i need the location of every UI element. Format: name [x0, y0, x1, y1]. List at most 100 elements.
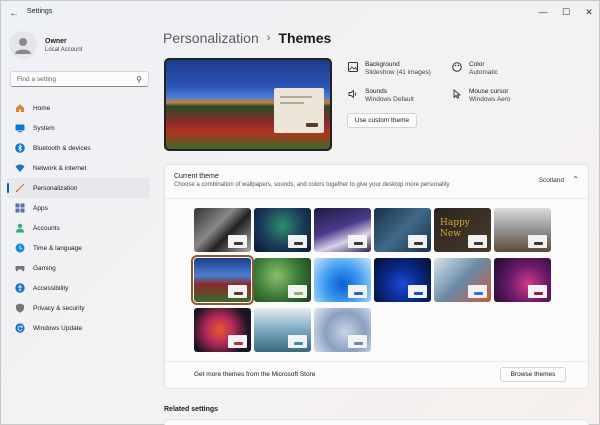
sidebar-item-gaming[interactable]: Gaming: [7, 258, 150, 278]
theme-tile[interactable]: Happy New: [434, 208, 491, 252]
profile-account-type: Local Account: [45, 46, 83, 53]
related-settings-heading: Related settings: [164, 406, 219, 413]
theme-tile[interactable]: [374, 258, 431, 302]
color-title: Color: [469, 61, 485, 68]
palette-icon: [451, 61, 463, 73]
theme-preview-window: [288, 335, 307, 348]
profile[interactable]: Owner Local Account: [9, 31, 82, 59]
sidebar-item-label: Bluetooth & devices: [33, 144, 91, 152]
sidebar-item-label: Time & language: [33, 244, 82, 252]
title-bar: ← Settings — ☐ ✕: [1, 1, 599, 25]
monitor-icon: [15, 123, 25, 133]
theme-tile[interactable]: [314, 308, 371, 352]
settings-window: ← Settings — ☐ ✕ Owner Local Account Fin…: [0, 0, 600, 425]
background-setting[interactable]: Background Slideshow (41 images): [347, 61, 431, 76]
theme-tile[interactable]: [254, 208, 311, 252]
sidebar-item-time-language[interactable]: Time & language: [7, 238, 150, 258]
app-title: Settings: [27, 8, 53, 15]
page-title: Themes: [278, 30, 332, 46]
sidebar-nav: Home System Bluetooth & devices Network & i…: [7, 98, 150, 338]
sidebar-item-label: Home: [33, 104, 51, 112]
sidebar-item-accounts[interactable]: Accounts: [7, 218, 150, 238]
breadcrumb-parent[interactable]: Personalization: [163, 30, 259, 46]
theme-preview-window: [288, 235, 307, 248]
close-icon[interactable]: ✕: [580, 5, 598, 19]
sidebar-item-network-internet[interactable]: Network & internet: [7, 158, 150, 178]
sidebar-item-label: System: [33, 124, 55, 132]
current-theme-value: Scotland: [538, 177, 564, 184]
sidebar-item-accessibility[interactable]: Accessibility: [7, 278, 150, 298]
sidebar-item-label: Accounts: [33, 224, 60, 232]
cursor-value: Windows Aero: [469, 96, 511, 103]
theme-tile[interactable]: [254, 308, 311, 352]
cursor-icon: [451, 88, 463, 100]
image-icon: [347, 61, 359, 73]
sidebar-item-apps[interactable]: Apps: [7, 198, 150, 218]
current-theme-card: Current theme Choose a combination of wa…: [164, 164, 589, 389]
profile-name: Owner: [45, 37, 67, 45]
related-settings-card: [164, 419, 589, 425]
sidebar-item-label: Windows Update: [33, 324, 83, 332]
theme-preview-window: [468, 235, 487, 248]
globe-clock-icon: [15, 243, 25, 253]
theme-tile[interactable]: [374, 208, 431, 252]
sidebar-item-label: Personalization: [33, 184, 78, 192]
theme-preview-window: [348, 285, 367, 298]
accessibility-icon: [15, 283, 25, 293]
theme-preview-window: [228, 235, 247, 248]
current-theme-subtitle: Choose a combination of wallpapers, soun…: [174, 182, 450, 188]
browse-themes-button[interactable]: Browse themes: [500, 367, 566, 382]
sidebar-item-label: Apps: [33, 204, 48, 212]
home-icon: [15, 103, 25, 113]
sidebar-item-bluetooth-devices[interactable]: Bluetooth & devices: [7, 138, 150, 158]
theme-tile[interactable]: [254, 258, 311, 302]
theme-preview-window: [528, 285, 547, 298]
theme-tile[interactable]: [494, 208, 551, 252]
sidebar-item-home[interactable]: Home: [7, 98, 150, 118]
store-text: Get more themes from the Microsoft Store: [194, 371, 316, 378]
sidebar-item-system[interactable]: System: [7, 118, 150, 138]
mouse-cursor-setting[interactable]: Mouse cursor Windows Aero: [451, 88, 511, 103]
person-icon: [15, 223, 25, 233]
search-placeholder: Find a setting: [17, 75, 57, 83]
theme-tile[interactable]: [194, 308, 251, 352]
sidebar-item-windows-update[interactable]: Windows Update: [7, 318, 150, 338]
minimize-icon[interactable]: —: [534, 5, 552, 19]
user-silhouette-icon: [15, 38, 31, 54]
theme-tile[interactable]: [191, 255, 254, 305]
speaker-icon: [347, 88, 359, 100]
background-value: Slideshow (41 images): [365, 69, 431, 76]
theme-tile[interactable]: [314, 208, 371, 252]
apps-icon: [15, 203, 25, 213]
shield-icon: [15, 303, 25, 313]
search-input[interactable]: Find a setting ⚲: [10, 71, 149, 87]
brush-icon: [15, 183, 25, 193]
current-theme-title: Current theme: [174, 173, 219, 180]
theme-preview-window: [528, 235, 547, 248]
store-row: Get more themes from the Microsoft Store…: [165, 361, 588, 388]
sidebar-item-label: Privacy & security: [33, 304, 85, 312]
back-arrow-icon[interactable]: ←: [7, 6, 21, 20]
search-icon[interactable]: ⚲: [136, 75, 142, 84]
theme-preview-window: [468, 285, 487, 298]
theme-preview-window: [288, 285, 307, 298]
wifi-icon: [15, 163, 25, 173]
background-title: Background: [365, 61, 400, 68]
theme-tile[interactable]: [494, 258, 551, 302]
color-setting[interactable]: Color Automatic: [451, 61, 498, 76]
theme-tile[interactable]: [314, 258, 371, 302]
current-theme-header[interactable]: Current theme Choose a combination of wa…: [165, 165, 588, 199]
theme-tile[interactable]: [434, 258, 491, 302]
sidebar-item-privacy-security[interactable]: Privacy & security: [7, 298, 150, 318]
breadcrumb-separator: ›: [266, 32, 271, 44]
sidebar-item-personalization[interactable]: Personalization: [7, 178, 150, 198]
theme-preview-window: [348, 335, 367, 348]
theme-tile[interactable]: [194, 208, 251, 252]
sounds-setting[interactable]: Sounds Windows Default: [347, 88, 414, 103]
sidebar-item-label: Gaming: [33, 264, 56, 272]
use-custom-theme-button[interactable]: Use custom theme: [347, 113, 417, 128]
sidebar-item-label: Network & internet: [33, 164, 87, 172]
maximize-icon[interactable]: ☐: [557, 5, 575, 19]
bluetooth-icon: [15, 143, 25, 153]
chevron-up-icon[interactable]: ⌃: [572, 175, 579, 184]
